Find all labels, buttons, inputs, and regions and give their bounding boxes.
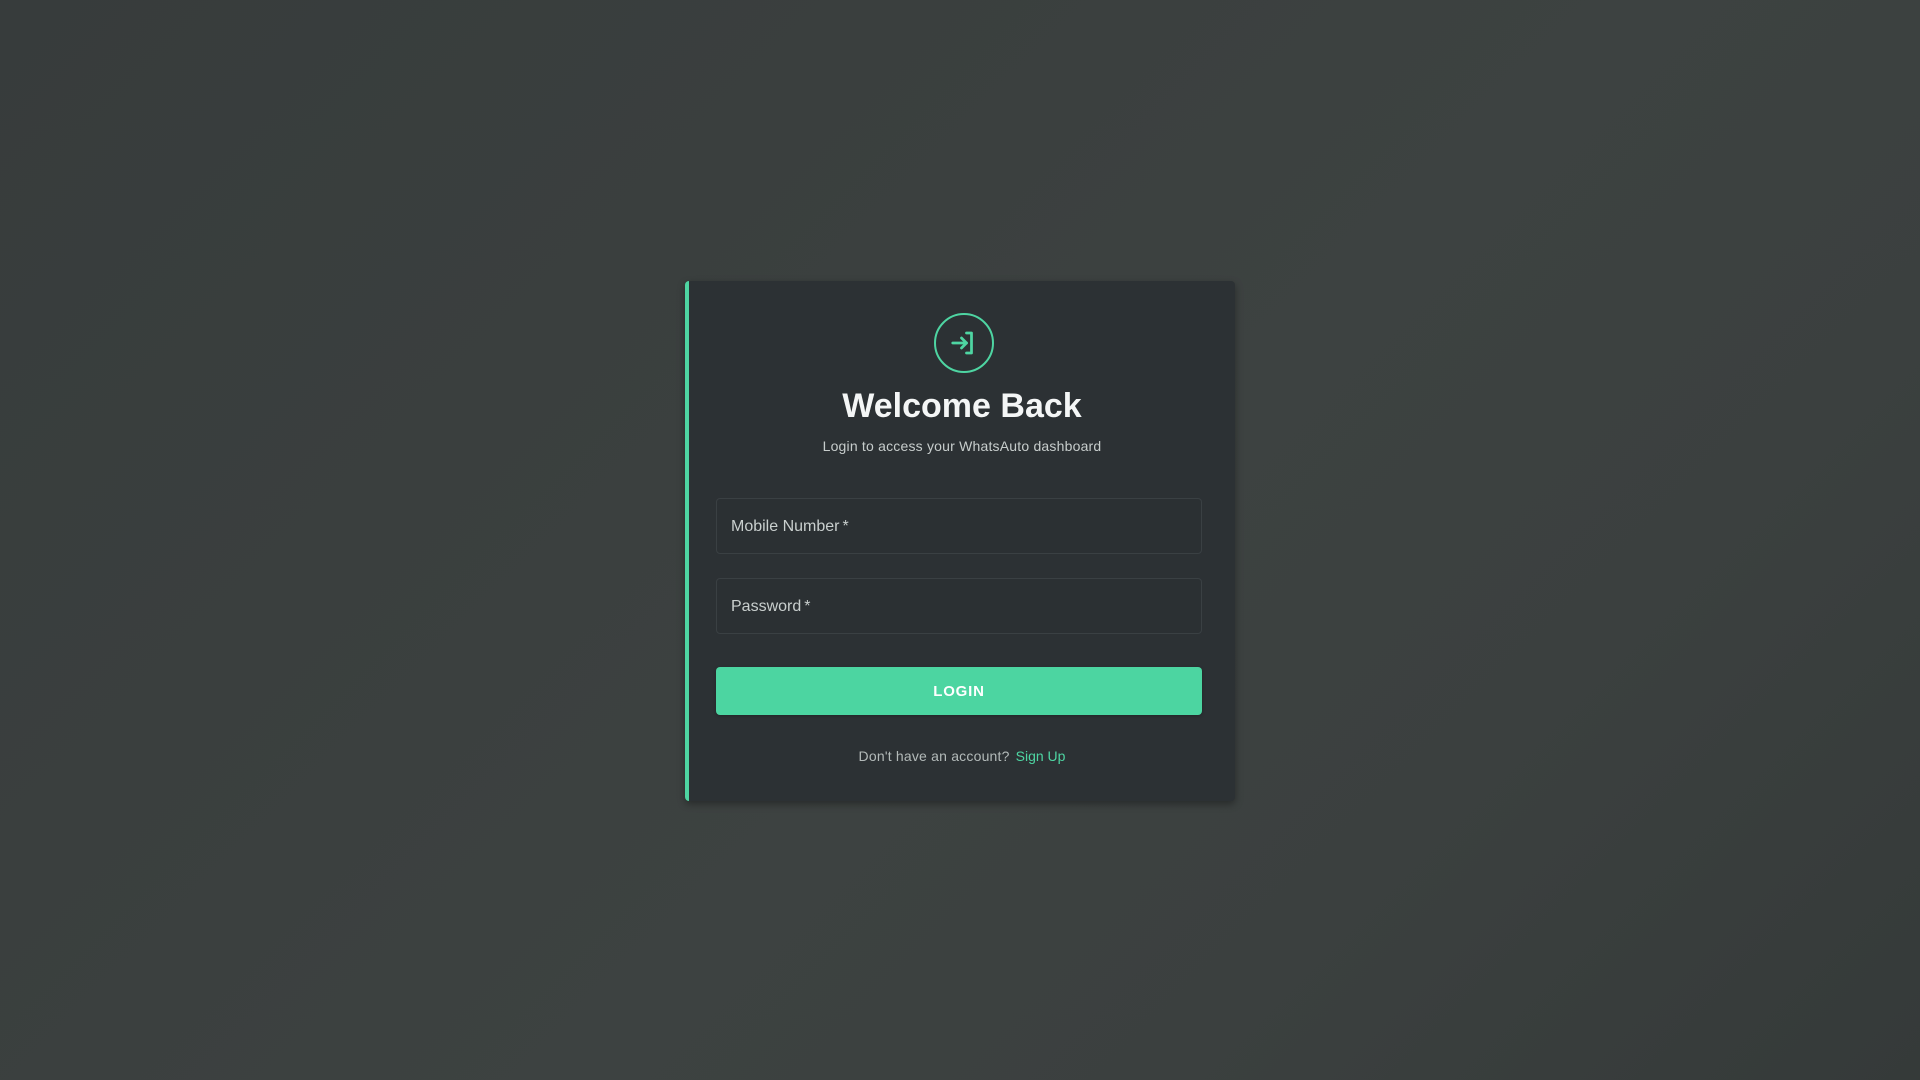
login-card: Welcome Back Login to access your WhatsA… — [685, 281, 1235, 801]
signup-prompt-text: Don't have an account? — [858, 748, 1010, 764]
signup-link[interactable]: Sign Up — [1016, 748, 1066, 764]
login-button[interactable]: LOGIN — [716, 667, 1202, 715]
password-input[interactable] — [717, 579, 1201, 633]
signup-prompt: Don't have an account? Sign Up — [689, 747, 1235, 765]
mobile-number-field[interactable]: Mobile Number * — [716, 498, 1202, 554]
page-title: Welcome Back — [842, 387, 1082, 425]
mobile-number-input[interactable] — [717, 499, 1201, 553]
page-subtitle: Login to access your WhatsAuto dashboard — [822, 438, 1102, 454]
login-icon — [934, 313, 994, 373]
password-field[interactable]: Password * — [716, 578, 1202, 634]
